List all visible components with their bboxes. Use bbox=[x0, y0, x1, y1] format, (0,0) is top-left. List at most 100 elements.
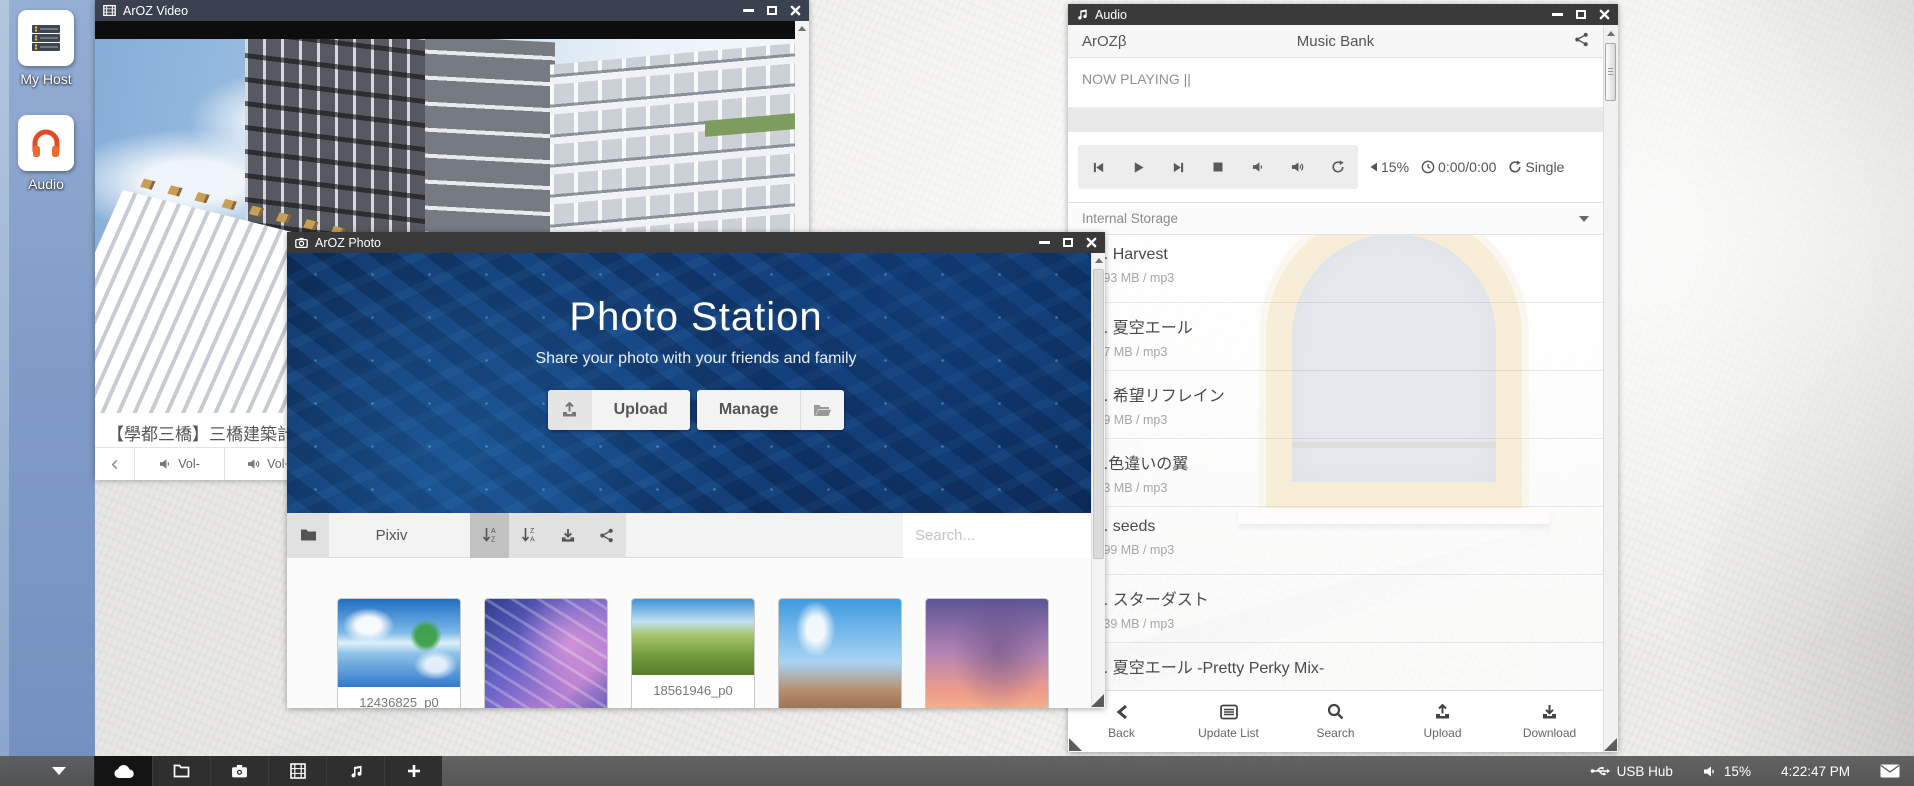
resize-grip[interactable] bbox=[1091, 694, 1104, 707]
desktop-icon-my-host[interactable]: My Host bbox=[10, 10, 82, 87]
taskbar-app-files[interactable] bbox=[152, 756, 210, 786]
photo-window-title: ArOZ Photo bbox=[315, 236, 381, 250]
maximize-button[interactable] bbox=[767, 6, 777, 15]
audio-window-title: Audio bbox=[1095, 8, 1127, 22]
photo-toolbar: Pixiv A Z Z A bbox=[287, 513, 1105, 558]
photo-card[interactable] bbox=[925, 598, 1049, 708]
sort-az-button[interactable]: A Z bbox=[470, 513, 509, 558]
photo-card[interactable] bbox=[484, 598, 608, 708]
folder-icon bbox=[300, 528, 317, 542]
taskbar-app-music[interactable] bbox=[326, 756, 384, 786]
play-mode-indicator[interactable]: Single bbox=[1508, 159, 1564, 175]
photo-card[interactable]: 12436825_p0 bbox=[337, 598, 461, 708]
photo-thumbnail bbox=[926, 599, 1048, 708]
headphones-icon bbox=[18, 115, 74, 171]
audio-window: Audio Music Bank ArOZβ bbox=[1068, 4, 1618, 752]
scrollbar-thumb[interactable] bbox=[1605, 43, 1616, 101]
share-icon bbox=[1574, 32, 1589, 47]
share-button[interactable] bbox=[587, 513, 626, 558]
audio-subheader: Music Bank ArOZβ bbox=[1068, 25, 1603, 58]
film-icon bbox=[103, 4, 116, 17]
track-row[interactable]: 01. 希望リフレイン 9.09 MB / mp3 bbox=[1068, 371, 1603, 439]
reload-icon bbox=[1331, 160, 1345, 174]
search-button[interactable]: Search bbox=[1282, 691, 1389, 752]
close-button[interactable] bbox=[1086, 237, 1097, 248]
update-list-button[interactable]: Update List bbox=[1175, 691, 1282, 752]
play-button[interactable] bbox=[1118, 145, 1158, 189]
maximize-button[interactable] bbox=[1576, 10, 1586, 19]
reload-button[interactable] bbox=[1318, 145, 1358, 189]
download-button[interactable]: Download bbox=[1496, 691, 1603, 752]
photo-window-titlebar[interactable]: ArOZ Photo bbox=[287, 232, 1105, 253]
upload-button[interactable]: Upload bbox=[548, 390, 690, 430]
back-chevron-icon bbox=[1116, 704, 1128, 720]
taskbar-app-video[interactable] bbox=[268, 756, 326, 786]
taskbar-app-cloud[interactable] bbox=[94, 756, 152, 786]
now-playing-label: NOW PLAYING || bbox=[1068, 58, 1603, 108]
close-button[interactable] bbox=[1599, 9, 1610, 20]
next-track-button[interactable] bbox=[1158, 145, 1198, 189]
track-row[interactable]: 02. スターダスト 12.39 MB / mp3 bbox=[1068, 575, 1603, 643]
photo-hero-banner: Photo Station Share your photo with your… bbox=[287, 253, 1105, 513]
carousel-prev-button[interactable] bbox=[95, 448, 135, 480]
cloud-icon bbox=[113, 764, 135, 779]
clock[interactable]: 4:22:47 PM bbox=[1781, 764, 1850, 779]
stop-button[interactable] bbox=[1198, 145, 1238, 189]
track-row[interactable]: 01. Harvest 10.93 MB / mp3 bbox=[1068, 235, 1603, 303]
resize-grip[interactable] bbox=[1604, 738, 1617, 751]
resize-grip-left[interactable] bbox=[1069, 738, 1082, 751]
taskbar-app-photo[interactable] bbox=[210, 756, 268, 786]
usb-icon bbox=[1590, 765, 1610, 777]
maximize-button[interactable] bbox=[1063, 238, 1073, 247]
folder-button[interactable] bbox=[287, 513, 329, 558]
page-heading: Music Bank bbox=[1068, 33, 1603, 50]
minimize-button[interactable] bbox=[1039, 241, 1050, 244]
speaker-icon bbox=[1703, 765, 1717, 778]
share-button[interactable] bbox=[1574, 32, 1589, 51]
photo-card[interactable] bbox=[778, 598, 902, 708]
taskbar-apps bbox=[94, 756, 442, 786]
hero-subtitle: Share your photo with your friends and f… bbox=[287, 350, 1105, 368]
speaker-low-icon bbox=[1252, 161, 1265, 173]
usb-hub-status[interactable]: USB Hub bbox=[1590, 764, 1673, 779]
track-row[interactable]: 02. seeds 12.99 MB / mp3 bbox=[1068, 507, 1603, 575]
desktop-icon-label: My Host bbox=[10, 71, 82, 87]
desktop-icon-audio[interactable]: Audio bbox=[10, 115, 82, 192]
scroll-up-icon bbox=[798, 26, 806, 31]
minimize-button[interactable] bbox=[1552, 13, 1563, 16]
previous-track-button[interactable] bbox=[1078, 145, 1118, 189]
speaker-low-icon bbox=[159, 458, 172, 470]
svg-text:Z: Z bbox=[530, 528, 535, 535]
photo-window: ArOZ Photo Photo Station Share your phot… bbox=[287, 232, 1105, 708]
repeat-icon bbox=[1508, 160, 1522, 174]
search-box[interactable] bbox=[903, 513, 1091, 558]
notifications-button[interactable] bbox=[1880, 764, 1900, 778]
playlist: 01. Harvest 10.93 MB / mp3 01. 夏空エール 9.3… bbox=[1068, 235, 1603, 690]
taskbar-app-add[interactable] bbox=[384, 756, 442, 786]
photo-card[interactable]: 18561946_p0 bbox=[631, 598, 755, 708]
close-button[interactable] bbox=[790, 5, 801, 16]
clock-icon bbox=[1421, 160, 1435, 174]
storage-select[interactable]: Internal Storage bbox=[1068, 202, 1603, 235]
track-row[interactable]: 02. 夏空エール -Pretty Perky Mix- bbox=[1068, 643, 1603, 690]
audio-scrollbar[interactable] bbox=[1603, 25, 1618, 752]
svg-text:A: A bbox=[491, 528, 496, 535]
volume-down-button[interactable] bbox=[1238, 145, 1278, 189]
volume-down-button[interactable]: Vol- bbox=[135, 448, 225, 480]
upload-button[interactable]: Upload bbox=[1389, 691, 1496, 752]
envelope-icon bbox=[1880, 764, 1900, 778]
taskbar-chevron-down-icon[interactable] bbox=[52, 767, 66, 775]
audio-window-titlebar[interactable]: Audio bbox=[1068, 4, 1618, 25]
seek-bar[interactable] bbox=[1068, 108, 1603, 132]
download-button[interactable] bbox=[548, 513, 587, 558]
video-window-titlebar[interactable]: ArOZ Video bbox=[95, 0, 809, 21]
track-row[interactable]: 01.色違いの翼 9.63 MB / mp3 bbox=[1068, 439, 1603, 507]
track-row[interactable]: 01. 夏空エール 9.37 MB / mp3 bbox=[1068, 303, 1603, 371]
search-input[interactable] bbox=[915, 527, 1105, 544]
svg-text:A: A bbox=[530, 537, 535, 544]
volume-up-button[interactable] bbox=[1278, 145, 1318, 189]
volume-status[interactable]: 15% bbox=[1703, 764, 1751, 779]
sort-za-button[interactable]: Z A bbox=[509, 513, 548, 558]
minimize-button[interactable] bbox=[743, 9, 754, 12]
manage-button[interactable]: Manage bbox=[697, 390, 845, 430]
